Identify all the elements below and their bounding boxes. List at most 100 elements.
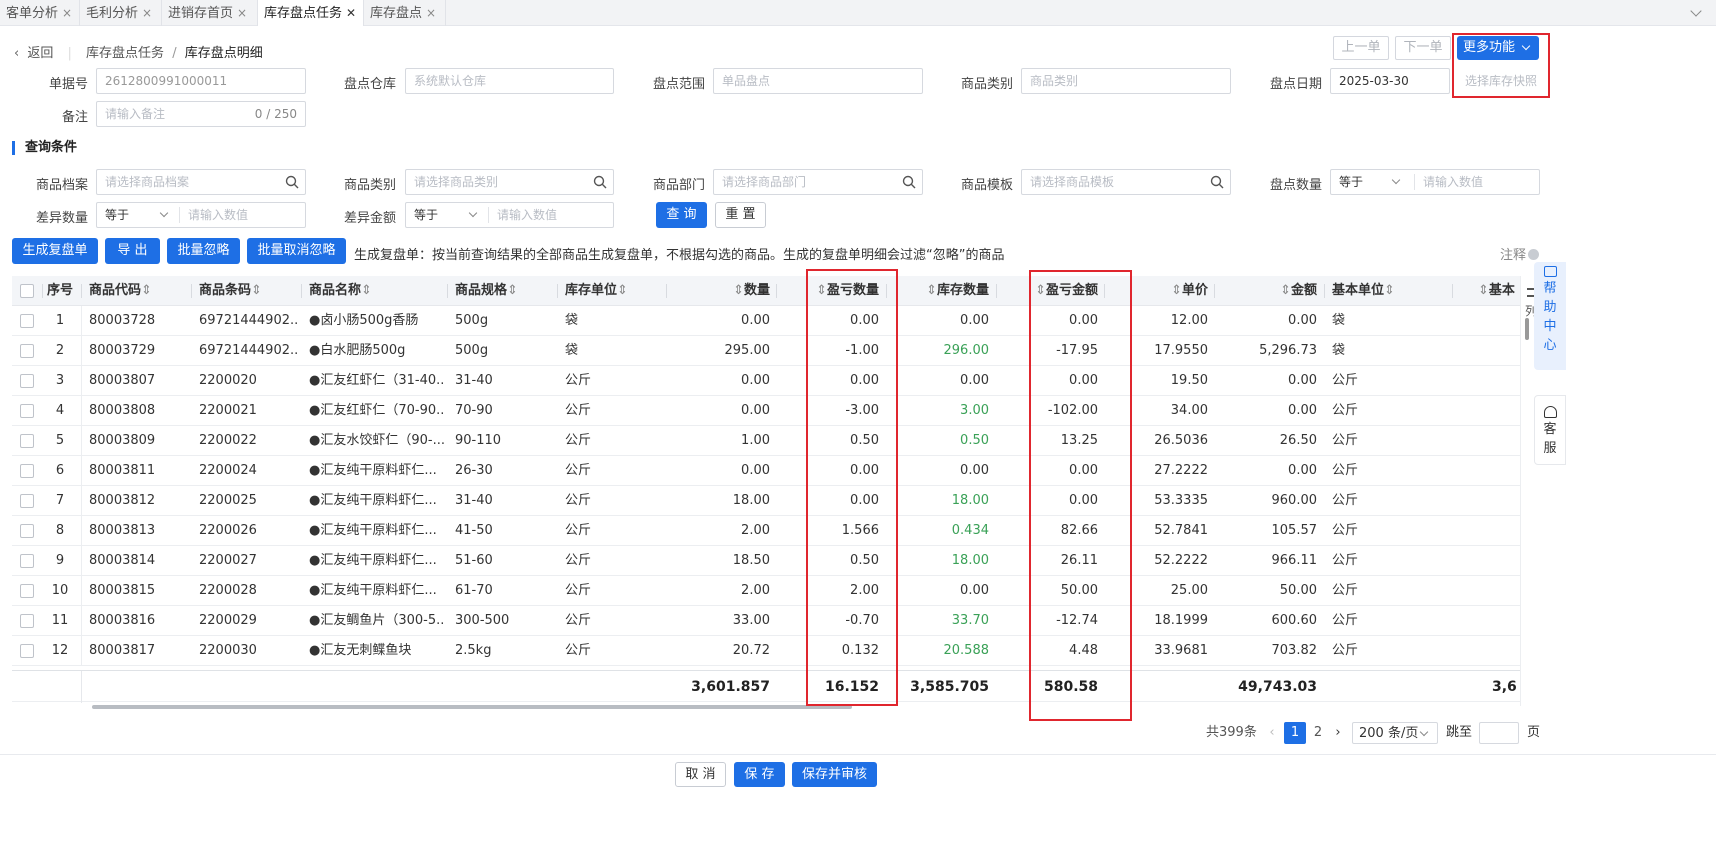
close-icon[interactable]: × [426,6,436,20]
table-row[interactable]: 6 80003811 2200024 ●汇友纯干原料虾仁... 26-30 公斤 0.00 0… [12,456,1520,486]
table-row[interactable]: 7 80003812 2200025 ●汇友纯干原料虾仁... 31-40 公斤 18.00… [12,486,1520,516]
jump-page-input[interactable] [1479,722,1519,744]
remark-field[interactable]: 请输入备注 0 / 250 [96,101,306,127]
customer-service-tab[interactable]: 客服 [1534,395,1566,465]
export-button[interactable]: 导 出 [105,238,160,264]
row-checkbox[interactable] [20,614,34,628]
table-row[interactable]: 1 80003728 69721444902... ●卤小肠500g香肠 500g 袋 0.… [12,306,1520,336]
diffamt-operator-select[interactable]: 等于 [406,203,484,227]
batch-unignore-button[interactable]: 批量取消忽略 [247,238,346,264]
col-base-unit[interactable]: 基本单位⇕ [1332,276,1395,306]
col-stock-qty[interactable]: ⇕库存数量 [892,276,989,306]
vertical-scrollbar-thumb[interactable] [1525,318,1529,340]
col-amount[interactable]: ⇕金额 [1220,276,1317,306]
cat-select[interactable]: 请选择商品类别 [405,169,614,195]
table-row[interactable]: 2 80003729 69721444902... ●白水肥肠500g 500g 袋 295… [12,336,1520,366]
row-checkbox[interactable] [20,644,34,658]
next-page-icon[interactable]: › [1330,722,1346,744]
goods-select[interactable]: 请选择商品档案 [96,169,306,195]
date-field[interactable]: 2025-03-30 [1330,68,1450,94]
tab-stocktake-task[interactable]: 库存盘点任务 ✕ [258,0,364,26]
row-checkbox[interactable] [20,404,34,418]
diffqty-value-input[interactable]: 请输入数值 [180,203,248,227]
prev-page-icon[interactable]: ‹ [1265,722,1279,744]
row-checkbox[interactable] [20,344,34,358]
sort-icon[interactable]: ⇕ [251,283,262,298]
sort-icon[interactable]: ⇕ [733,283,744,298]
select-all-checkbox[interactable] [20,284,34,298]
warehouse-field[interactable]: 系统默认仓库 [405,68,614,94]
table-row[interactable]: 8 80003813 2200026 ●汇友纯干原料虾仁... 41-50 公斤 2.00 1… [12,516,1520,546]
page-size-select[interactable]: 200 条/页 [1352,722,1438,744]
col-barcode[interactable]: 商品条码⇕ [199,276,262,306]
tab-customer-analysis[interactable]: 客单分析 × [0,0,80,26]
page-2[interactable]: 2 [1308,722,1328,744]
sort-icon[interactable]: ⇕ [361,283,372,298]
horizontal-scrollbar-thumb[interactable] [92,705,852,709]
close-icon[interactable]: × [142,6,152,20]
save-and-audit-button[interactable]: 保存并审核 [792,762,877,787]
col-qty[interactable]: ⇕数量 [666,276,770,306]
sort-icon[interactable]: ⇕ [1280,283,1291,298]
row-checkbox[interactable] [20,584,34,598]
close-icon[interactable]: ✕ [346,6,356,20]
scope-field[interactable]: 单品盘点 [713,68,923,94]
search-icon[interactable] [902,175,916,189]
table-row[interactable]: 11 80003816 2200029 ●汇友鲷鱼片（300-5... 300-500 公… [12,606,1520,636]
prev-button[interactable]: 上一单 [1333,36,1389,60]
annotation-link[interactable]: 注释 [1500,244,1540,263]
close-icon[interactable]: × [62,6,72,20]
row-checkbox[interactable] [20,464,34,478]
sort-icon[interactable]: ⇕ [141,283,152,298]
sort-icon[interactable]: ⇕ [1171,283,1182,298]
row-checkbox[interactable] [20,314,34,328]
tab-inventory-home[interactable]: 进销存首页 × [162,0,258,26]
horizontal-scrollbar[interactable] [12,703,1520,711]
sort-icon[interactable]: ⇕ [1478,283,1489,298]
help-center-tab[interactable]: 帮助中心 [1534,262,1566,370]
sort-icon[interactable]: ⇕ [507,283,518,298]
table-row[interactable]: 12 80003817 2200030 ●汇友无刺鲽鱼块 2.5kg 公斤 20.72 0.1… [12,636,1520,666]
table-row[interactable]: 4 80003808 2200021 ●汇友红虾仁（70-90... 70-90 公斤 0.… [12,396,1520,426]
back-link[interactable]: 返回 [27,46,53,61]
sort-icon[interactable]: ⇕ [617,283,628,298]
sort-icon[interactable]: ⇕ [926,283,937,298]
sort-icon[interactable]: ⇕ [1384,283,1395,298]
tpl-select[interactable]: 请选择商品模板 [1021,169,1231,195]
save-button[interactable]: 保 存 [734,762,785,787]
col-name[interactable]: 商品名称⇕ [309,276,372,306]
batch-ignore-button[interactable]: 批量忽略 [167,238,240,264]
search-icon[interactable] [285,175,299,189]
page-1[interactable]: 1 [1284,722,1306,744]
category-field[interactable]: 商品类别 [1021,68,1231,94]
diffamt-value-input[interactable]: 请输入数值 [489,203,557,227]
tab-stocktake[interactable]: 库存盘点 × [364,0,446,26]
col-code[interactable]: 商品代码⇕ [89,276,152,306]
row-checkbox[interactable] [20,554,34,568]
col-base-extra[interactable]: ⇕基本 [1478,276,1515,306]
breadcrumb-parent[interactable]: 库存盘点任务 [86,46,164,61]
qty-value-input[interactable]: 请输入数值 [1415,170,1483,194]
search-icon[interactable] [593,175,607,189]
next-button[interactable]: 下一单 [1395,36,1451,60]
tab-gross-profit[interactable]: 毛利分析 × [80,0,162,26]
chevron-left-icon[interactable]: ‹ [14,46,19,61]
chevron-down-icon[interactable] [1690,5,1702,17]
table-row[interactable]: 9 80003814 2200027 ●汇友纯干原料虾仁... 51-60 公斤 18.50… [12,546,1520,576]
col-unit[interactable]: 库存单位⇕ [565,276,628,306]
reset-button[interactable]: 重 置 [715,202,766,228]
cancel-button[interactable]: 取 消 [675,762,726,787]
row-checkbox[interactable] [20,524,34,538]
col-spec[interactable]: 商品规格⇕ [455,276,518,306]
generate-recount-button[interactable]: 生成复盘单 [12,238,98,264]
table-row[interactable]: 10 80003815 2200028 ●汇友纯干原料虾仁... 61-70 公斤 2.00… [12,576,1520,606]
row-checkbox[interactable] [20,434,34,448]
close-icon[interactable]: × [237,6,247,20]
search-icon[interactable] [1210,175,1224,189]
search-button[interactable]: 查 询 [656,202,707,228]
qty-operator-select[interactable]: 等于 [1331,170,1409,194]
dept-select[interactable]: 请选择商品部门 [713,169,923,195]
table-row[interactable]: 5 80003809 2200022 ●汇友水饺虾仁（90-... 90-110 公斤 1.… [12,426,1520,456]
diffqty-operator-select[interactable]: 等于 [97,203,175,227]
row-checkbox[interactable] [20,494,34,508]
